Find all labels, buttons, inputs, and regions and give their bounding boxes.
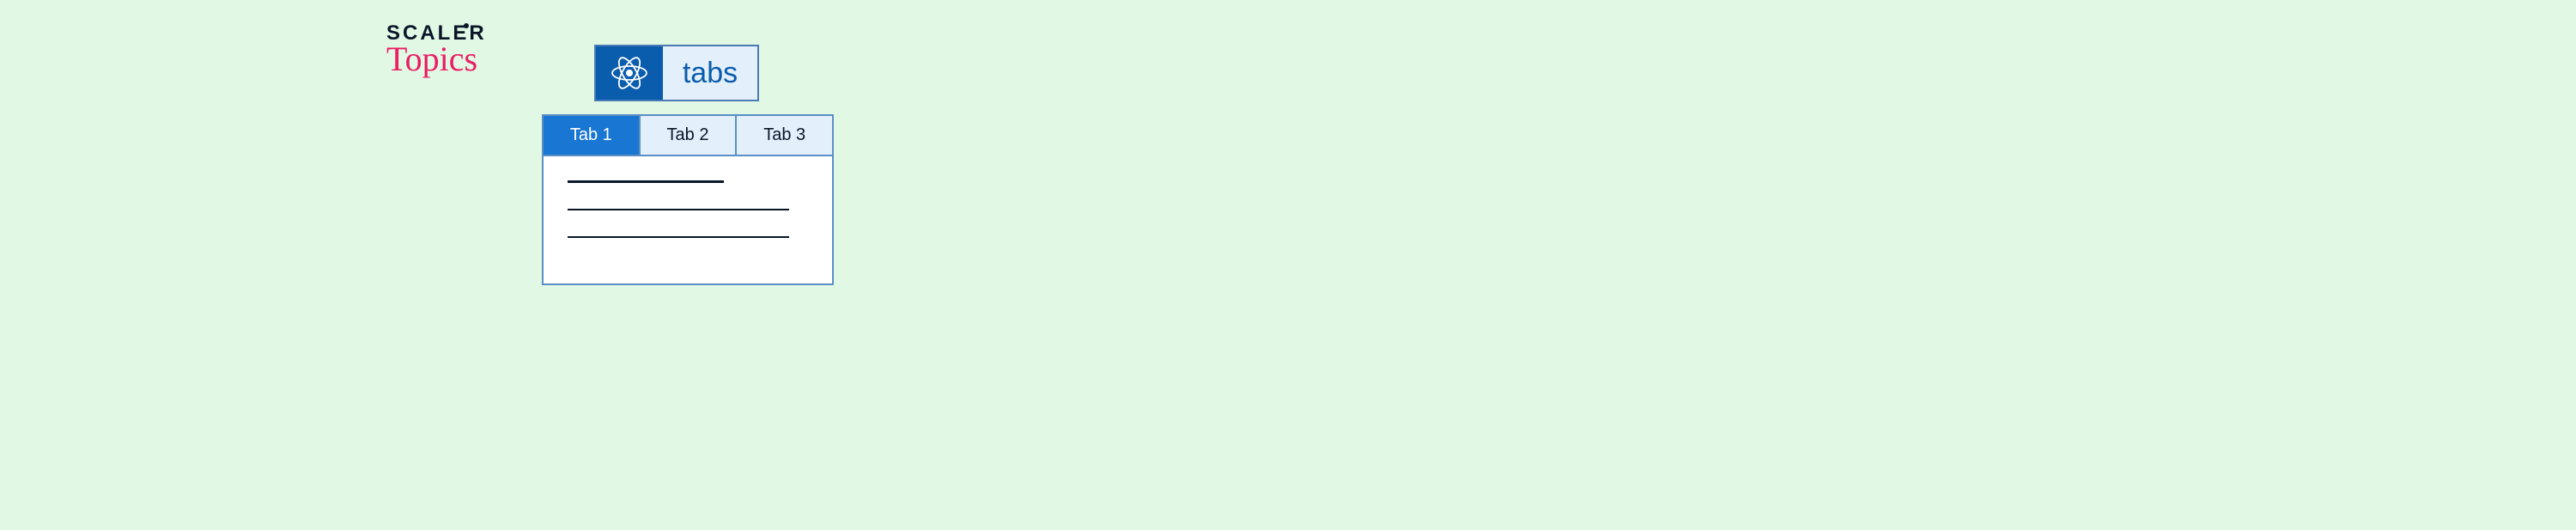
tab-1[interactable]: Tab 1	[544, 116, 641, 155]
content-line	[568, 209, 789, 210]
react-icon	[608, 52, 651, 94]
tab-panel	[544, 155, 832, 283]
brand-dot	[464, 23, 469, 28]
header-title: tabs	[663, 46, 757, 100]
tab-3[interactable]: Tab 3	[737, 116, 832, 155]
react-icon-box	[596, 46, 663, 100]
tab-row: Tab 1 Tab 2 Tab 3	[544, 116, 832, 155]
brand-logo: SCALER Topics	[386, 21, 487, 79]
header-bar: tabs	[594, 45, 759, 101]
content-line	[568, 180, 724, 183]
tab-2[interactable]: Tab 2	[641, 116, 738, 155]
tab-widget: Tab 1 Tab 2 Tab 3	[542, 114, 834, 285]
content-line	[568, 236, 789, 238]
brand-line2: Topics	[386, 39, 487, 79]
